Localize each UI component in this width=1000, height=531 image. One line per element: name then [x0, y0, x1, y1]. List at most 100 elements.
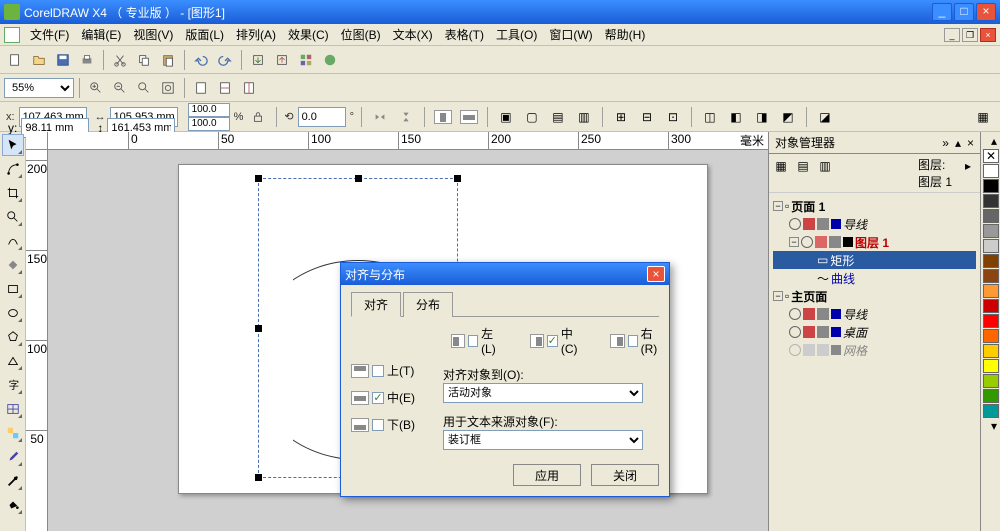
copy-button[interactable]	[133, 49, 155, 71]
handle-n[interactable]	[355, 175, 362, 182]
text-tool[interactable]: 字	[2, 374, 24, 396]
menu-arrange[interactable]: 排列(A)	[230, 24, 282, 45]
color-swatch[interactable]	[983, 194, 999, 208]
color-swatch[interactable]	[983, 164, 999, 178]
color-swatch[interactable]	[983, 224, 999, 238]
handle-w[interactable]	[255, 325, 262, 332]
paste-button[interactable]	[157, 49, 179, 71]
textsrc-select[interactable]: 装订框	[443, 430, 643, 450]
mdi-minimize-button[interactable]: _	[944, 28, 960, 42]
ellipse-tool[interactable]	[2, 302, 24, 324]
eye-icon[interactable]	[801, 236, 813, 248]
print-button[interactable]	[76, 49, 98, 71]
forward-button[interactable]: ▤	[547, 106, 569, 128]
cut-button[interactable]	[109, 49, 131, 71]
ungroup-button[interactable]: ⊟	[636, 106, 658, 128]
pencil-icon[interactable]	[815, 236, 827, 248]
tree-guide-row[interactable]: 导线	[773, 215, 976, 233]
menu-tools[interactable]: 工具(O)	[490, 24, 543, 45]
eye-icon[interactable]	[789, 326, 801, 338]
trim-button[interactable]: ◨	[751, 106, 773, 128]
apply-button[interactable]: 应用	[513, 464, 581, 486]
dialog-close-button[interactable]: ×	[647, 266, 665, 282]
eye-icon[interactable]	[789, 308, 801, 320]
combine-button[interactable]: ◫	[699, 106, 721, 128]
scale-x-input[interactable]	[188, 103, 230, 117]
layer-manager-button[interactable]: ▥	[815, 156, 835, 176]
color-swatch[interactable]	[983, 314, 999, 328]
mdi-close-button[interactable]: ×	[980, 28, 996, 42]
handle-sw[interactable]	[255, 474, 262, 481]
tab-align[interactable]: 对齐	[351, 292, 401, 317]
align-hcenter-option[interactable]: ✓中(C)	[530, 325, 583, 356]
align-left-option[interactable]: 左(L)	[451, 325, 502, 356]
tree-desktop-row[interactable]: 桌面	[773, 323, 976, 341]
tree-layer-row[interactable]: − 图层 1	[773, 233, 976, 251]
open-button[interactable]	[28, 49, 50, 71]
tree-toggle-icon[interactable]: −	[773, 291, 783, 301]
color-swatch[interactable]	[983, 284, 999, 298]
zoom-in-button[interactable]	[85, 77, 107, 99]
eyedropper-tool[interactable]	[2, 446, 24, 468]
zoom-selection-button[interactable]	[133, 77, 155, 99]
backward-button[interactable]: ▥	[573, 106, 595, 128]
color-swatch[interactable]	[983, 344, 999, 358]
mirror-v-button[interactable]	[395, 106, 417, 128]
tree-page-row[interactable]: − ▫ 页面 1	[773, 197, 976, 215]
color-swatch[interactable]	[983, 179, 999, 193]
color-swatch[interactable]	[983, 239, 999, 253]
polygon-tool[interactable]	[2, 326, 24, 348]
handle-nw[interactable]	[255, 175, 262, 182]
color-swatch[interactable]	[983, 299, 999, 313]
eye-icon[interactable]	[789, 218, 801, 230]
to-front-button[interactable]: ▣	[495, 106, 517, 128]
menu-table[interactable]: 表格(T)	[439, 24, 490, 45]
freehand-tool[interactable]	[2, 230, 24, 252]
print-icon[interactable]	[817, 344, 829, 356]
ruler-horizontal[interactable]: 0 50 100 150 200 250 300 毫米	[48, 132, 768, 150]
menu-help[interactable]: 帮助(H)	[599, 24, 652, 45]
menu-edit[interactable]: 编辑(E)	[75, 24, 127, 45]
eye-icon[interactable]	[789, 344, 801, 356]
show-props-button[interactable]: ▦	[771, 156, 791, 176]
welcome-button[interactable]	[319, 49, 341, 71]
smart-fill-tool[interactable]	[2, 254, 24, 276]
color-swatch[interactable]	[983, 209, 999, 223]
pencil-icon[interactable]	[803, 326, 815, 338]
minimize-button[interactable]: _	[932, 3, 952, 21]
pick-tool[interactable]	[2, 134, 24, 156]
tree-mguide-row[interactable]: 导线	[773, 305, 976, 323]
print-icon[interactable]	[829, 236, 841, 248]
ruler-vertical[interactable]: 200 150 100 50	[26, 150, 48, 531]
zoom-page-button[interactable]	[190, 77, 212, 99]
scale-y-input[interactable]	[188, 117, 230, 131]
pencil-icon[interactable]	[803, 308, 815, 320]
align-button[interactable]	[432, 106, 454, 128]
interactive-tool[interactable]	[2, 422, 24, 444]
color-swatch[interactable]	[983, 374, 999, 388]
export-button[interactable]	[271, 49, 293, 71]
color-swatch[interactable]	[983, 359, 999, 373]
ungroup-all-button[interactable]: ⊡	[662, 106, 684, 128]
zoom-all-button[interactable]	[157, 77, 179, 99]
zoom-out-button[interactable]	[109, 77, 131, 99]
handle-ne[interactable]	[454, 175, 461, 182]
rotation-input[interactable]	[298, 107, 346, 127]
mdi-restore-button[interactable]: ❐	[962, 28, 978, 42]
app-launcher-button[interactable]	[295, 49, 317, 71]
convert-curves-button[interactable]: ◪	[814, 106, 836, 128]
table-tool[interactable]	[2, 398, 24, 420]
tree-grid-row[interactable]: 网格	[773, 341, 976, 359]
tree-toggle-icon[interactable]: −	[789, 237, 799, 247]
no-fill-swatch[interactable]: ✕	[983, 149, 999, 163]
save-button[interactable]	[52, 49, 74, 71]
align-bottom-option[interactable]: 下(B)	[351, 416, 443, 433]
print-icon[interactable]	[817, 326, 829, 338]
intersect-button[interactable]: ◩	[777, 106, 799, 128]
docker-menu-icon[interactable]: ▴	[955, 136, 961, 150]
docker-close-icon[interactable]: ×	[967, 136, 974, 150]
color-swatch[interactable]	[983, 389, 999, 403]
print-icon[interactable]	[817, 218, 829, 230]
tree-rect-row[interactable]: ▭ 矩形	[773, 251, 976, 269]
tree-toggle-icon[interactable]: −	[773, 201, 783, 211]
